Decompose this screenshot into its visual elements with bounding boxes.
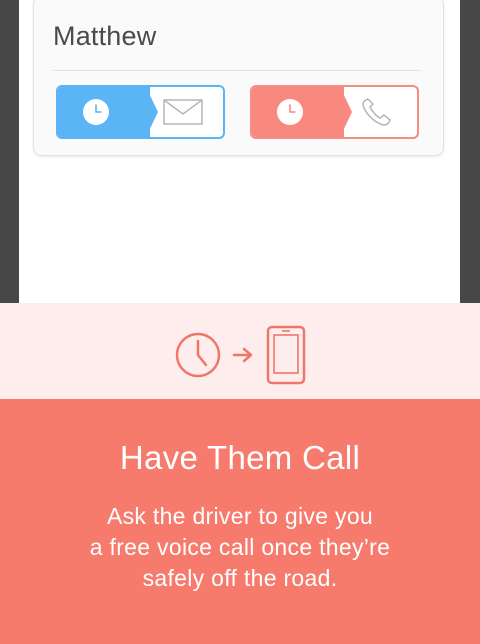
phone-screen: Matthew xyxy=(19,0,460,303)
clock-to-phone-flow-icon xyxy=(175,325,306,385)
schedule-text-button[interactable] xyxy=(56,85,225,139)
promo-description-line: a free voice call once they’re xyxy=(89,534,391,560)
smartphone-icon xyxy=(266,325,306,385)
promo-info-panel: Have Them Call Ask the driver to give yo… xyxy=(0,399,480,644)
promo-description-line: safely off the road. xyxy=(142,565,338,591)
promo-description-line: Ask the driver to give you xyxy=(106,503,374,529)
promo-description: Ask the driver to give you a free voice … xyxy=(0,501,480,594)
contact-name: Matthew xyxy=(53,21,157,51)
card-divider xyxy=(53,70,421,71)
clock-icon xyxy=(277,99,303,125)
chevron-separator xyxy=(130,87,158,137)
chevron-separator xyxy=(324,87,352,137)
phone-icon xyxy=(362,98,391,126)
promo-title: Have Them Call xyxy=(119,439,361,476)
arrow-right-icon xyxy=(232,347,253,363)
clock-icon xyxy=(175,332,221,378)
promo-icon-band xyxy=(0,303,480,399)
contact-card: Matthew xyxy=(33,0,444,156)
schedule-call-button[interactable] xyxy=(250,85,419,139)
envelope-icon xyxy=(163,99,203,125)
clock-icon xyxy=(83,99,109,125)
phone-frame: Matthew xyxy=(0,0,480,303)
